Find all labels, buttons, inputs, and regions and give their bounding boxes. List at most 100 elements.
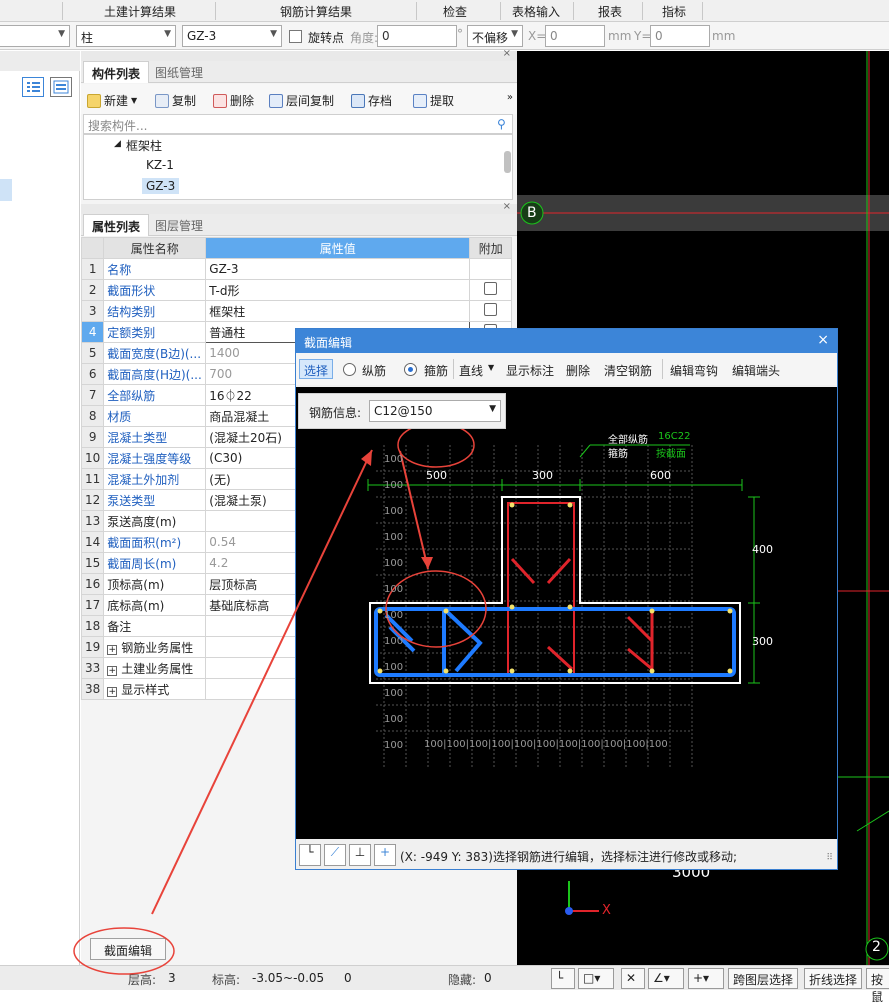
- extra-checkbox[interactable]: [484, 282, 498, 295]
- perpendicular-icon[interactable]: ⊥: [349, 844, 371, 866]
- search-icon[interactable]: ⚲: [497, 117, 506, 131]
- navigation-header: [0, 51, 80, 71]
- property-value[interactable]: T-d形: [205, 279, 471, 301]
- clear-rebar-button[interactable]: 清空钢筋: [604, 362, 652, 379]
- close-icon[interactable]: ×: [503, 48, 511, 59]
- grid-label: 100: [468, 739, 489, 750]
- chevron-down-icon: ▼: [511, 29, 518, 39]
- stirrup-red-vertical: [507, 502, 575, 676]
- angle-icon[interactable]: ∠▾: [648, 968, 684, 989]
- copy-button[interactable]: 复制: [155, 92, 196, 109]
- property-name: 泵送类型: [103, 489, 207, 511]
- snap-line-icon[interactable]: ⟋: [324, 844, 346, 866]
- layer-copy-button[interactable]: 层间复制: [269, 92, 334, 109]
- expand-icon[interactable]: +: [107, 686, 118, 697]
- new-label: 新建: [104, 94, 129, 108]
- dimension-icon[interactable]: +▾: [688, 968, 724, 989]
- dialog-status-bar: └ ⟋ ⊥ + (X: -949 Y: 383)选择钢筋进行编辑，选择标注进行修…: [296, 841, 837, 869]
- grid-label: 100: [384, 532, 404, 543]
- angle-input[interactable]: 0: [377, 25, 457, 47]
- menu-check[interactable]: 检查: [443, 3, 467, 20]
- row-index: 19: [80, 636, 105, 658]
- collapse-icon[interactable]: ◢: [114, 139, 121, 149]
- annotation-all-rebar-value[interactable]: 16C22: [658, 431, 690, 442]
- archive-label: 存档: [368, 94, 393, 108]
- show-annotation-button[interactable]: 显示标注: [506, 362, 554, 379]
- property-value[interactable]: 框架柱: [205, 300, 471, 322]
- new-button[interactable]: 新建 ▼: [87, 92, 137, 109]
- x-axis-label: X: [602, 903, 611, 918]
- table-row[interactable]: 3 结构类别 框架柱: [80, 300, 513, 322]
- snap-icon[interactable]: □▾: [578, 968, 614, 989]
- type-combo[interactable]: 柱 ▼: [76, 25, 176, 47]
- rebar-info-combo[interactable]: C12@150 ▼: [369, 400, 501, 422]
- type-combo-value: 柱: [81, 31, 94, 45]
- expand-icon[interactable]: +: [107, 644, 118, 655]
- row-index: 15: [80, 552, 105, 574]
- menu-index[interactable]: 指标: [662, 3, 686, 20]
- tab-property-list[interactable]: 属性列表: [83, 214, 150, 236]
- menu-separator: [642, 2, 643, 20]
- tab-layer-management[interactable]: 图层管理: [147, 214, 211, 236]
- extract-button[interactable]: 提取: [413, 92, 454, 109]
- line-mode-button[interactable]: 直线: [459, 362, 483, 379]
- tree-scrollbar[interactable]: [504, 151, 511, 173]
- property-value[interactable]: GZ-3: [205, 258, 471, 280]
- cross-icon[interactable]: ✕: [621, 968, 645, 989]
- detail-view-icon[interactable]: [50, 77, 72, 97]
- extra-checkbox[interactable]: [484, 303, 498, 316]
- tab-drawing-management[interactable]: 图纸管理: [147, 61, 211, 83]
- edit-hook-button[interactable]: 编辑弯钩: [670, 362, 718, 379]
- floor-height-label: 层高:: [128, 973, 157, 987]
- annotation-all-rebar[interactable]: 全部纵筋: [608, 431, 648, 446]
- offset-combo[interactable]: 不偏移 ▼: [467, 25, 523, 47]
- annotation-stirrup-value[interactable]: 按截面: [656, 445, 686, 460]
- menu-report[interactable]: 报表: [598, 3, 622, 20]
- mouse-select-button[interactable]: 按鼠: [866, 968, 889, 1004]
- expand-icon[interactable]: +: [107, 665, 118, 676]
- dialog-toolbar: 选择 纵筋 箍筋 直线 ▼ 显示标注 删除 清空钢筋 编辑弯钩 编辑端头: [296, 353, 837, 385]
- extract-label: 提取: [430, 94, 455, 108]
- menu-table-input[interactable]: 表格输入: [512, 3, 560, 20]
- polyline-select-button[interactable]: 折线选择: [804, 968, 863, 989]
- delete-button[interactable]: 删除: [566, 362, 590, 379]
- x-unit: mm: [608, 29, 632, 43]
- property-name: 泵送高度(m): [103, 510, 207, 532]
- select-button[interactable]: 选择: [299, 359, 334, 379]
- chevron-down-icon[interactable]: ▼: [488, 363, 494, 372]
- cross-layer-select-button[interactable]: 跨图层选择: [728, 968, 799, 989]
- tree-item-gz3[interactable]: GZ-3: [142, 178, 180, 194]
- close-icon[interactable]: ×: [503, 201, 511, 212]
- longitudinal-radio[interactable]: [343, 363, 356, 376]
- rotate-point-checkbox[interactable]: [289, 30, 302, 43]
- orthogonal-icon[interactable]: └: [551, 968, 575, 989]
- tree-item-kz1[interactable]: KZ-1: [146, 158, 174, 172]
- x-input[interactable]: 0: [545, 25, 605, 47]
- section-edit-button[interactable]: 截面编辑: [90, 938, 166, 960]
- edit-end-button[interactable]: 编辑端头: [732, 362, 780, 379]
- dim-label-300-right: 300: [752, 635, 773, 648]
- component-search-input[interactable]: 搜索构件...: [83, 114, 513, 134]
- elevation-extra: 0: [344, 971, 352, 985]
- floor-combo[interactable]: ▼: [0, 25, 70, 47]
- menu-civil-results[interactable]: 土建计算结果: [104, 3, 176, 20]
- tab-component-list[interactable]: 构件列表: [83, 61, 150, 83]
- menu-rebar-results[interactable]: 钢筋计算结果: [280, 3, 352, 20]
- component-combo[interactable]: GZ-3 ▼: [182, 25, 282, 47]
- row-index: 2: [80, 279, 105, 301]
- y-input[interactable]: 0: [650, 25, 710, 47]
- list-view-icon[interactable]: [22, 77, 44, 97]
- stirrup-radio[interactable]: [404, 363, 417, 376]
- table-row[interactable]: 2 截面形状 T-d形: [80, 279, 513, 301]
- section-canvas[interactable]: 500 300 600 400 300 全部纵筋 16C22 箍筋 按截面 10…: [296, 387, 837, 839]
- archive-button[interactable]: 存档: [351, 92, 392, 109]
- more-icon[interactable]: »: [507, 92, 513, 103]
- close-icon[interactable]: ×: [817, 332, 829, 348]
- annotation-stirrup[interactable]: 箍筋: [608, 445, 628, 460]
- orthogonal-icon[interactable]: └: [299, 844, 321, 866]
- dimension-icon[interactable]: +: [374, 844, 396, 866]
- table-row[interactable]: 1 名称 GZ-3: [80, 258, 513, 280]
- resize-grip-icon[interactable]: ⠿: [826, 853, 833, 863]
- delete-button[interactable]: 删除: [213, 92, 254, 109]
- tree-group-frame-column[interactable]: 框架柱: [126, 137, 162, 154]
